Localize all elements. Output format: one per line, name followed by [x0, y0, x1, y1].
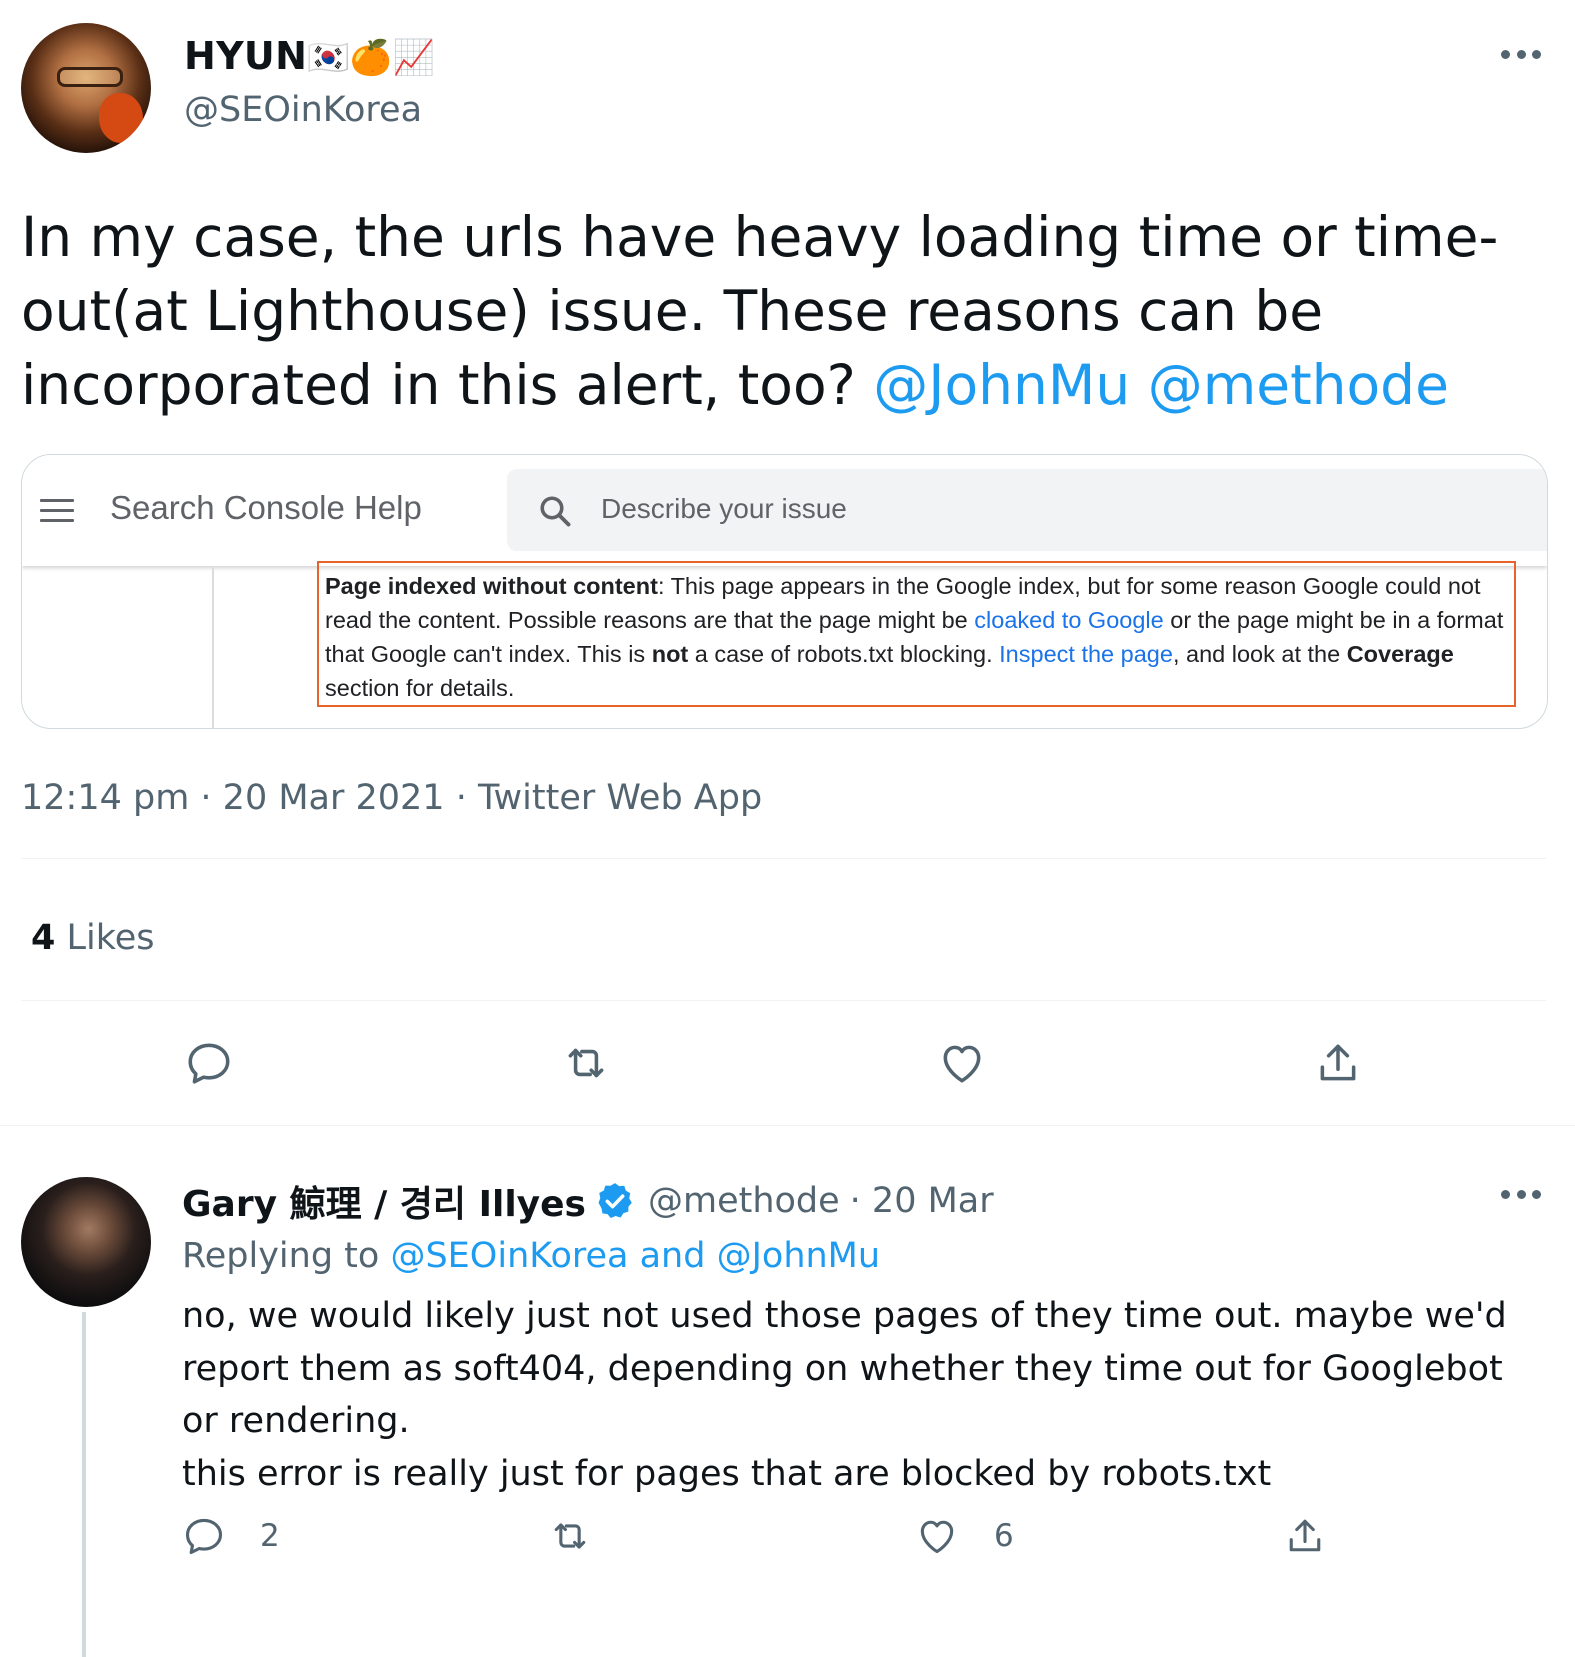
thread-connector: [82, 1312, 86, 1657]
more-icon[interactable]: [1501, 44, 1541, 64]
author-name-text: HYUN: [184, 34, 308, 78]
cloaked-link: cloaked to Google: [974, 607, 1164, 633]
reply-date[interactable]: · 20 Mar: [850, 1181, 994, 1221]
search-console-header: Search Console Help Describe your issue: [22, 455, 1547, 566]
definition-emphasis: not: [651, 641, 689, 667]
replying-to: Replying to @SEOinKorea and @JohnMu: [182, 1236, 880, 1276]
definition-text: section for details.: [325, 675, 515, 701]
replying-targets[interactable]: @SEOinKorea and @JohnMu: [390, 1236, 880, 1276]
verified-badge-icon: [598, 1183, 632, 1218]
reply-author-avatar[interactable]: [21, 1177, 151, 1307]
author-name[interactable]: HYUN🇰🇷🍊📈: [184, 34, 435, 78]
mention-link[interactable]: @JohnMu: [873, 353, 1130, 417]
divider: [0, 1125, 1575, 1126]
search-icon: [540, 496, 571, 527]
share-icon[interactable]: [1313, 1038, 1363, 1088]
tweet-timestamp[interactable]: 12:14 pm · 20 Mar 2021 · Twitter Web App: [21, 778, 762, 818]
reply-author-name[interactable]: Gary 鯨理 / 경리 Illyes: [182, 1175, 586, 1227]
like-icon[interactable]: [915, 1514, 959, 1558]
likes-count: 4: [31, 918, 56, 958]
definition-text: , and look at the: [1172, 641, 1347, 667]
search-bar: Describe your issue: [507, 469, 1547, 551]
reply-share-action[interactable]: [1283, 1514, 1327, 1558]
definition-emphasis: Coverage: [1346, 641, 1454, 667]
reply-text: no, we would likely just not used those …: [182, 1290, 1542, 1500]
retweet-icon[interactable]: [548, 1514, 592, 1558]
author-emojis: 🇰🇷🍊📈: [307, 38, 436, 78]
attached-image-card[interactable]: Search Console Help Describe your issue …: [21, 454, 1548, 729]
reply-paragraph: this error is really just for pages that…: [182, 1453, 1272, 1494]
reply-author-handle[interactable]: @methode: [648, 1181, 840, 1221]
menu-icon: [40, 499, 74, 523]
divider: [21, 858, 1546, 859]
retweet-icon[interactable]: [561, 1038, 611, 1088]
like-count: 6: [994, 1518, 1014, 1554]
share-icon[interactable]: [1283, 1514, 1327, 1558]
definition-term: Page indexed without content: [325, 573, 658, 599]
sidebar-divider: [212, 566, 214, 728]
reply-icon[interactable]: [182, 1514, 226, 1558]
author-avatar[interactable]: [21, 23, 151, 153]
divider: [21, 1000, 1546, 1001]
reply-retweet-action[interactable]: [548, 1514, 592, 1558]
tweet-text: In my case, the urls have heavy loading …: [21, 200, 1541, 422]
replying-prefix: Replying to: [182, 1236, 380, 1276]
reply-count: 2: [260, 1518, 280, 1554]
author-handle[interactable]: @SEOinKorea: [184, 90, 422, 130]
inspect-link: Inspect the page: [999, 641, 1173, 667]
likes-stat[interactable]: 4 Likes: [31, 918, 155, 958]
reply-reply-action[interactable]: 2: [182, 1514, 280, 1558]
more-icon[interactable]: [1501, 1184, 1541, 1204]
reply-paragraph: no, we would likely just not used those …: [182, 1296, 1507, 1441]
likes-label: Likes: [66, 918, 155, 958]
reply-like-action[interactable]: 6: [915, 1514, 1014, 1558]
reply-icon[interactable]: [184, 1038, 234, 1088]
search-console-title: Search Console Help: [110, 489, 422, 526]
search-placeholder: Describe your issue: [601, 493, 847, 524]
highlighted-definition: Page indexed without content: This page …: [317, 561, 1516, 707]
definition-text: a case of robots.txt blocking.: [688, 641, 1000, 667]
like-icon[interactable]: [937, 1038, 987, 1088]
reply-author-header: Gary 鯨理 / 경리 Illyes @methode · 20 Mar: [182, 1175, 994, 1227]
mention-link[interactable]: @methode: [1148, 353, 1449, 417]
